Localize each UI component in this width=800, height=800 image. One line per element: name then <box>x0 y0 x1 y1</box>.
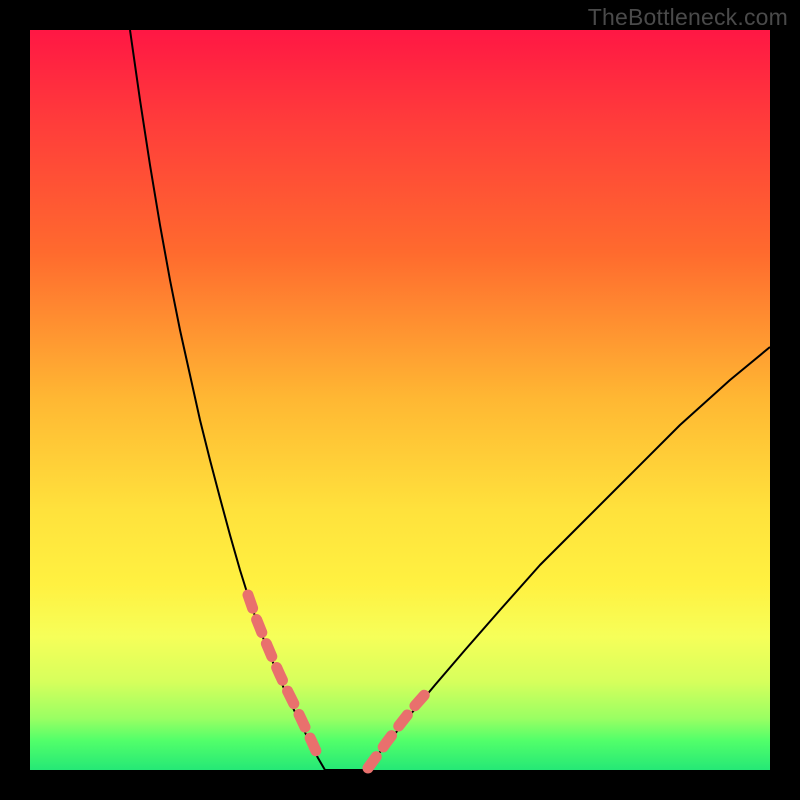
dash-overlay-left <box>248 595 320 760</box>
chart-frame: TheBottleneck.com <box>0 0 800 800</box>
curve-layer <box>30 30 770 770</box>
dash-overlay-right <box>368 691 428 768</box>
plot-gradient-area <box>30 30 770 770</box>
curve-left <box>130 30 325 770</box>
curve-right <box>365 347 770 770</box>
watermark-text: TheBottleneck.com <box>588 4 788 31</box>
